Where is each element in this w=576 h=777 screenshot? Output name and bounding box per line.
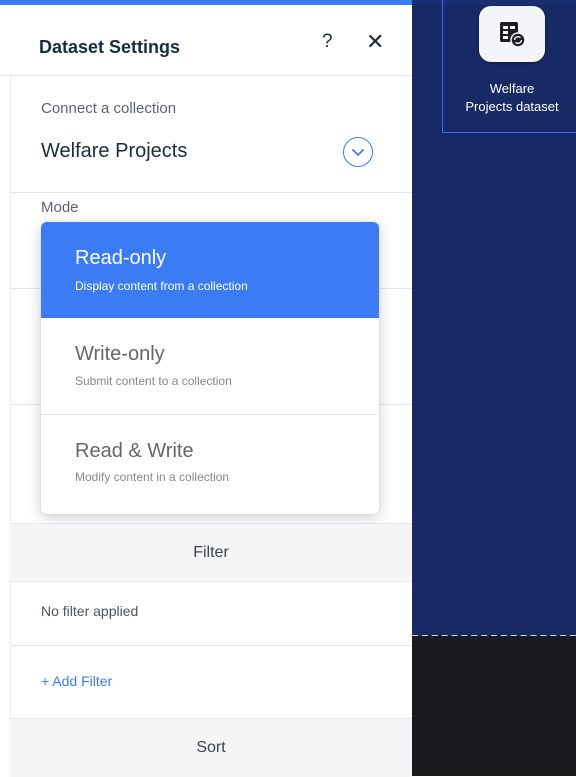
panel-title: Dataset Settings — [39, 37, 181, 57]
mode-option-description: Display content from a collection — [75, 279, 248, 293]
mode-option-title: Write-only — [75, 343, 165, 365]
sort-section-header: Sort — [10, 718, 412, 777]
mode-option-description: Submit content to a collection — [75, 374, 232, 388]
mode-label: Mode — [41, 199, 79, 216]
divider — [10, 645, 412, 646]
mode-option-write-only[interactable]: Write-only Submit content to a collectio… — [41, 318, 379, 414]
connect-collection-label: Connect a collection — [41, 100, 177, 117]
table-sync-icon — [500, 22, 526, 48]
dataset-settings-panel: Dataset Settings ? ✕ Connect a collectio… — [0, 0, 412, 777]
dataset-icon[interactable] — [479, 6, 545, 62]
mode-option-description: Modify content in a collection — [75, 470, 230, 484]
mode-option-read-write[interactable]: Read & Write Modify content in a collect… — [41, 415, 379, 511]
mode-dropdown-menu: Read-only Display content from a collect… — [41, 222, 379, 514]
dataset-label: Welfare Projects dataset — [442, 80, 576, 116]
close-icon[interactable]: ✕ — [366, 31, 384, 53]
divider — [10, 192, 412, 193]
dataset-label-line1: Welfare — [489, 81, 535, 96]
chevron-down-icon — [352, 149, 364, 156]
mode-option-title: Read-only — [75, 247, 167, 269]
collection-dropdown-button[interactable] — [343, 137, 373, 167]
dataset-label-line2: Projects dataset — [465, 99, 559, 114]
canvas-lower-section[interactable] — [412, 636, 576, 776]
help-icon[interactable]: ? — [322, 31, 333, 53]
panel-left-border — [10, 75, 11, 776]
mode-option-read-only[interactable]: Read-only Display content from a collect… — [41, 222, 379, 318]
add-filter-link[interactable]: + Add Filter — [41, 673, 112, 689]
collection-select[interactable]: Welfare Projects — [41, 140, 187, 163]
filter-section-header: Filter — [10, 523, 412, 582]
mode-option-title: Read & Write — [75, 440, 194, 462]
panel-header: Dataset Settings ? ✕ — [0, 5, 412, 76]
filter-status: No filter applied — [41, 603, 139, 619]
